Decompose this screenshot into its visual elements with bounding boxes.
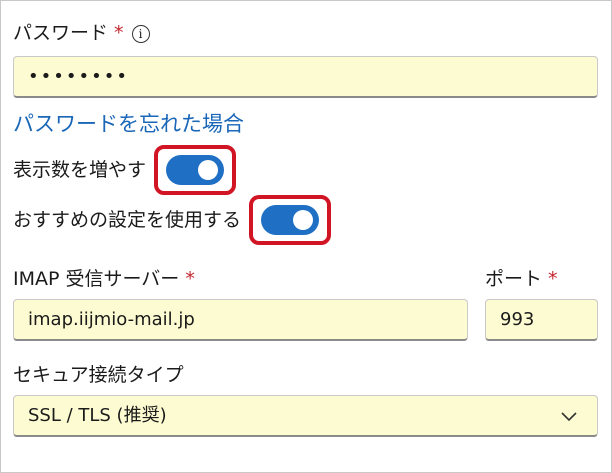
imap-server-value: imap.iijmio-mail.jp — [28, 309, 195, 330]
password-field[interactable]: •••••••• — [13, 56, 598, 98]
chevron-down-icon — [561, 412, 577, 422]
forgot-password-link[interactable]: パスワードを忘れた場合 — [13, 111, 244, 137]
show-more-label: 表示数を増やす — [13, 159, 147, 181]
password-value: •••••••• — [28, 66, 129, 87]
port-label: ポート * — [485, 267, 558, 291]
password-label-text: パスワード — [13, 22, 109, 44]
port-value: 993 — [500, 309, 535, 330]
security-type-select[interactable]: SSL / TLS (推奨) — [13, 395, 598, 437]
security-type-value: SSL / TLS (推奨) — [28, 405, 167, 426]
port-field[interactable]: 993 — [485, 299, 598, 341]
imap-server-required-mark: * — [185, 268, 195, 290]
imap-server-label: IMAP 受信サーバー * — [13, 267, 195, 291]
imap-server-field[interactable]: imap.iijmio-mail.jp — [13, 299, 468, 341]
imap-server-label-text: IMAP 受信サーバー — [13, 268, 180, 290]
port-required-mark: * — [548, 268, 558, 290]
recommended-settings-row: おすすめの設定を使用する — [13, 195, 332, 245]
show-more-highlight — [154, 145, 237, 195]
port-label-text: ポート — [485, 268, 543, 290]
recommended-settings-toggle[interactable] — [261, 205, 320, 235]
info-icon[interactable]: i — [131, 25, 150, 43]
show-more-row: 表示数を増やす — [13, 145, 237, 195]
password-required-mark: * — [114, 22, 124, 44]
security-type-label: セキュア接続タイプ — [13, 364, 184, 386]
imap-settings-panel: パスワード * i •••••••• パスワードを忘れた場合 表示数を増やす おすす… — [0, 0, 612, 473]
toggle-knob — [293, 210, 314, 230]
password-label: パスワード * i — [13, 21, 150, 45]
recommended-settings-highlight — [249, 195, 332, 245]
show-more-toggle[interactable] — [166, 155, 225, 185]
toggle-knob — [198, 160, 219, 180]
recommended-settings-label: おすすめの設定を使用する — [13, 209, 242, 231]
